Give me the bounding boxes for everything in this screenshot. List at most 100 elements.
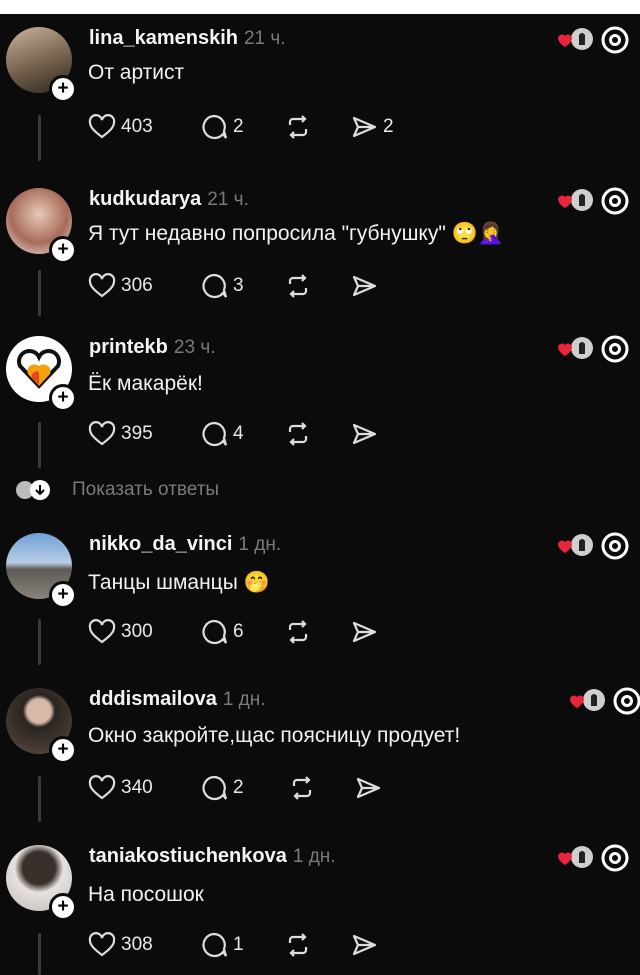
like-count: 300 (121, 621, 153, 642)
like-button[interactable]: 340 (88, 772, 153, 804)
send-icon (352, 934, 377, 956)
speech-bubble-icon (202, 619, 228, 645)
like-count: 340 (121, 777, 153, 798)
timestamp: 21 ч. (207, 189, 249, 210)
thread-line (38, 933, 41, 975)
show-replies-button[interactable]: Показать ответы (14, 475, 219, 505)
follow-plus-icon[interactable]: + (49, 736, 77, 764)
speech-bubble-icon (202, 273, 228, 299)
follow-plus-icon[interactable]: + (49, 893, 77, 921)
repost-icon (288, 422, 308, 446)
reply-count: 6 (233, 621, 244, 642)
reply-button[interactable]: 4 (200, 418, 244, 450)
heart-outline-icon (88, 775, 116, 800)
username[interactable]: dddismailova 1 дн. (89, 688, 266, 711)
follow-plus-icon[interactable]: + (49, 236, 77, 264)
send-icon (352, 423, 377, 445)
show-replies-label: Показать ответы (72, 479, 220, 500)
share-button[interactable] (350, 929, 378, 961)
timestamp: 1 дн. (292, 846, 336, 867)
send-icon (352, 116, 377, 138)
liked-by-author-icon (558, 846, 593, 868)
repost-button[interactable] (284, 616, 312, 648)
arrow-down-icon (30, 480, 50, 500)
share-button[interactable]: 2 (350, 111, 394, 143)
liked-by-author-icon (570, 689, 605, 711)
speech-bubble-icon (202, 932, 228, 958)
comment-post: + taniakostiuchenkova 1 дн. На посошок 30… (0, 843, 640, 975)
username[interactable]: taniakostiuchenkova 1 дн. (89, 845, 336, 868)
like-button[interactable]: 403 (88, 111, 153, 143)
reply-count: 4 (233, 423, 244, 444)
follow-plus-icon[interactable]: + (49, 384, 77, 412)
thread-line (38, 776, 41, 822)
speech-bubble-icon (202, 114, 228, 140)
share-button[interactable] (350, 418, 378, 450)
repost-icon (288, 274, 308, 298)
like-count: 308 (121, 934, 153, 955)
follow-plus-icon[interactable]: + (49, 581, 77, 609)
share-button[interactable] (354, 772, 382, 804)
thread-line (38, 422, 41, 468)
speech-bubble-icon (202, 421, 228, 447)
reply-button[interactable]: 3 (200, 270, 244, 302)
reply-count: 1 (233, 934, 244, 955)
heart-outline-icon (88, 421, 116, 446)
like-button[interactable]: 306 (88, 270, 153, 302)
send-icon (352, 621, 377, 643)
reply-button[interactable]: 2 (200, 772, 244, 804)
heart-outline-icon (88, 114, 116, 139)
follow-plus-icon[interactable]: + (49, 75, 77, 103)
share-count: 2 (383, 116, 394, 137)
like-count: 395 (121, 423, 153, 444)
repost-icon (288, 933, 308, 957)
share-button[interactable] (350, 270, 378, 302)
repost-icon (288, 115, 308, 139)
comment-post: + dddismailova 1 дн. Окно закройте,щас по… (0, 686, 640, 828)
reply-button[interactable]: 2 (200, 111, 244, 143)
comment-text: Ёк макарёк! (88, 372, 203, 395)
liked-by-author-icon (558, 534, 593, 556)
reply-button[interactable]: 6 (200, 616, 244, 648)
like-button[interactable]: 300 (88, 616, 153, 648)
username[interactable]: kudkudarya 21 ч. (89, 188, 249, 211)
reply-button[interactable]: 1 (200, 929, 244, 961)
threads-logo-icon[interactable] (612, 686, 640, 716)
share-button[interactable] (350, 616, 378, 648)
repost-button[interactable] (284, 929, 312, 961)
emoji: 🙄🤦‍♀️ (451, 222, 504, 245)
speech-bubble-icon (202, 775, 228, 801)
repost-button[interactable] (284, 111, 312, 143)
send-icon (352, 275, 377, 297)
heart-outline-icon (88, 619, 116, 644)
threads-logo-icon[interactable] (600, 843, 630, 873)
timestamp: 23 ч. (173, 337, 216, 358)
reply-count: 2 (233, 116, 244, 137)
thread-line (38, 270, 41, 316)
like-button[interactable]: 395 (88, 418, 153, 450)
comment-text: Окно закройте,щас поясницу продует! (88, 724, 461, 747)
like-count: 403 (121, 116, 153, 137)
comment-text: Я тут недавно попросила "губнушку" 🙄🤦‍♀️ (88, 222, 504, 245)
liked-by-author-icon (558, 337, 593, 359)
username[interactable]: printekb 23 ч. (89, 336, 216, 359)
threads-logo-icon[interactable] (600, 25, 630, 55)
threads-logo-icon[interactable] (600, 334, 630, 364)
like-button[interactable]: 308 (88, 929, 153, 961)
heart-outline-icon (88, 932, 116, 957)
repost-button[interactable] (284, 270, 312, 302)
username[interactable]: nikko_da_vinci 1 дн. (89, 533, 281, 556)
threads-logo-icon[interactable] (600, 186, 630, 216)
liked-by-author-icon (558, 28, 593, 50)
emoji: 🤭 (243, 571, 270, 594)
threads-logo-icon[interactable] (600, 531, 630, 561)
repost-button[interactable] (288, 772, 316, 804)
liked-by-author-icon (558, 189, 593, 211)
repost-icon (288, 620, 308, 644)
like-count: 306 (121, 275, 153, 296)
username[interactable]: lina_kamenskih 21 ч. (89, 27, 286, 50)
repost-button[interactable] (284, 418, 312, 450)
timestamp: 1 дн. (238, 534, 282, 555)
thread-line (38, 619, 41, 665)
comment-text: От артист (88, 61, 185, 84)
